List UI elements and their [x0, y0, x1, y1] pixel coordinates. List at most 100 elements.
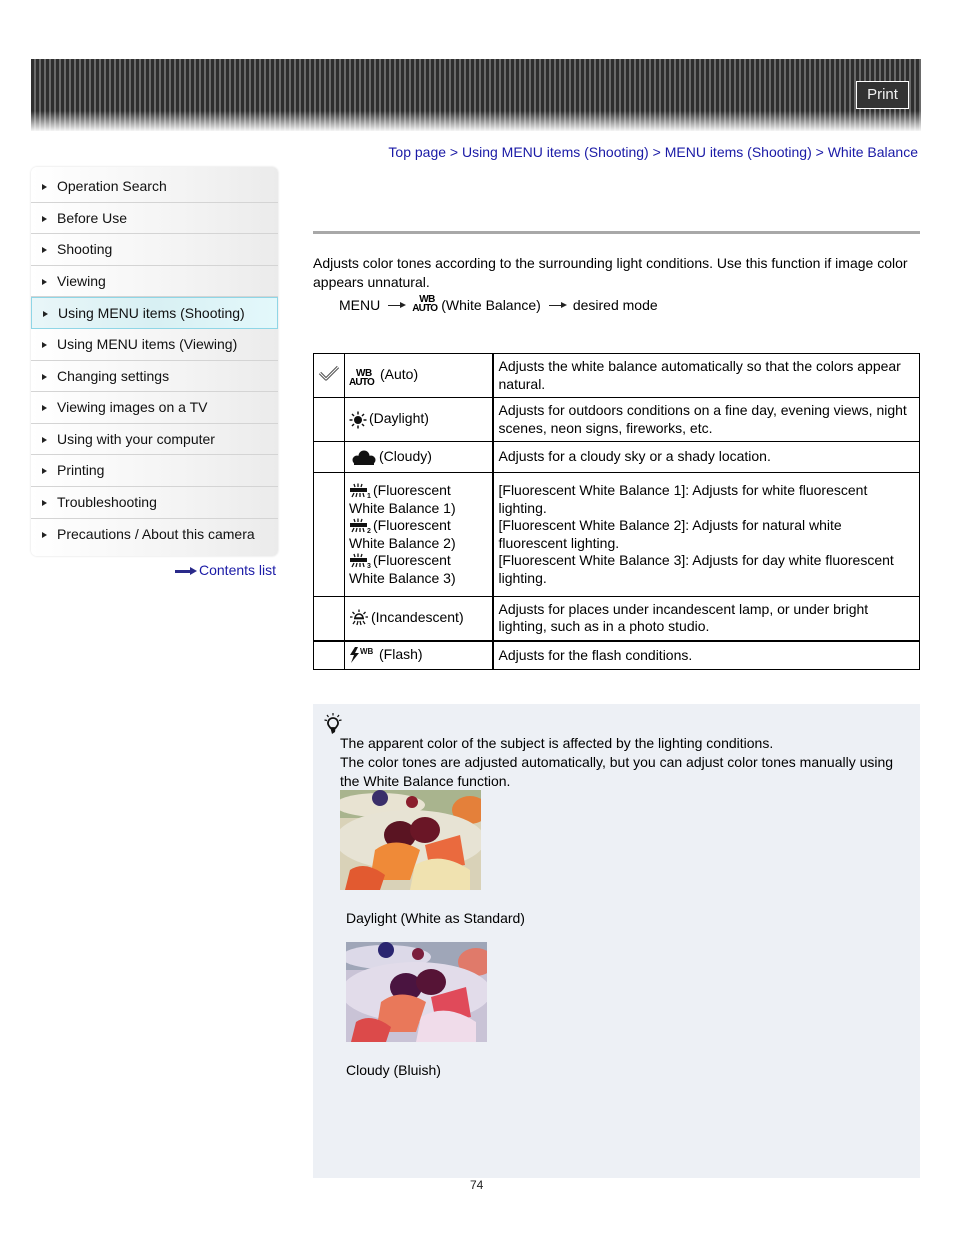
table-row-cloudy: (Cloudy) Adjusts for a cloudy sky or a s… [313, 441, 920, 473]
cloudy-sample-photo [346, 942, 487, 1042]
table-row-fluorescent: 1 (Fluorescent White Balance 1) 2 (Fluoresc… [313, 472, 920, 597]
description-cell: [Fluorescent White Balance 1]: Adjusts f… [492, 472, 920, 597]
sidebar-item-viewing[interactable]: Viewing [31, 266, 278, 298]
svg-text:3: 3 [367, 563, 371, 569]
breadcrumb-separator: > [648, 144, 665, 160]
sidebar-item-troubleshooting[interactable]: Troubleshooting [31, 487, 278, 519]
triangle-right-icon [42, 184, 47, 190]
svg-text:2: 2 [367, 528, 371, 534]
mode-cell: WB AUTO (Auto) [344, 353, 494, 398]
mode-cell: (Cloudy) [344, 441, 494, 473]
mode-cell: WB (Flash) [344, 640, 494, 670]
lightbulb-hint-icon [324, 713, 342, 734]
table-row-flash: WB (Flash) Adjusts for the flash conditio… [313, 640, 920, 670]
hint-text: The apparent color of the subject is aff… [340, 734, 910, 791]
triangle-right-icon [42, 436, 47, 443]
flash-wb-icon: WB [350, 647, 374, 664]
mode-cell: 1 (Fluorescent White Balance 1) 2 (Fluoresc… [344, 472, 494, 597]
breadcrumb-separator: > [811, 144, 828, 160]
intro-text: Adjusts color tones according to the sur… [313, 255, 908, 290]
sidebar-nav: Operation Search Before Use Shooting Vie… [31, 167, 278, 557]
wb-auto-icon: WB AUTO [349, 367, 375, 388]
sidebar-item-label: Shooting [57, 241, 113, 258]
wb-auto-icon: WB AUTO [412, 294, 438, 314]
menu-path: MENU WB AUTO (White Balance) desired mode [339, 294, 658, 314]
contents-list-label: Contents list [199, 562, 277, 578]
triangle-right-icon [42, 531, 47, 538]
table-row-incandescent: (Incandescent) Adjusts for places under … [313, 596, 920, 641]
sidebar-item-label: Viewing [57, 272, 106, 289]
sidebar-item-printing[interactable]: Printing [31, 455, 278, 487]
svg-text:1: 1 [367, 493, 371, 499]
sidebar-item-before-use[interactable]: Before Use [31, 203, 278, 235]
default-check-cell [313, 353, 345, 398]
breadcrumb-separator: > [446, 144, 462, 160]
sidebar-item-using-menu-items-shooting[interactable]: Using MENU items (Shooting) [31, 297, 278, 329]
mode-label: (Cloudy) [379, 448, 432, 465]
fluorescent-2-icon: 2 [350, 518, 371, 534]
sidebar-item-using-menu-items-viewing[interactable]: Using MENU items (Viewing) [31, 329, 278, 361]
sidebar-item-operation-search[interactable]: Operation Search [31, 171, 278, 203]
cloudy-caption: Cloudy (Bluish) [346, 1062, 441, 1078]
menu-target: desired mode [572, 297, 658, 313]
daylight-sample-photo [340, 790, 481, 890]
description-cell: Adjusts for outdoors conditions on a fin… [492, 397, 920, 442]
sidebar-item-using-with-computer[interactable]: Using with your computer [31, 424, 278, 456]
breadcrumb-white-balance[interactable]: White Balance [828, 144, 918, 160]
sidebar-item-label: Before Use [57, 209, 128, 226]
contents-list-link[interactable]: Contents list [175, 562, 276, 578]
breadcrumb-menu-items-shooting[interactable]: MENU items (Shooting) [665, 144, 812, 160]
table-row-daylight: (Daylight) Adjusts for outdoors conditio… [313, 397, 920, 442]
triangle-right-icon [42, 341, 47, 348]
page-number: 74 [470, 1178, 484, 1192]
menu-label: MENU [339, 297, 381, 313]
arrow-right-icon [548, 301, 567, 309]
fluorescent-3-mode: 3 (Fluorescent White Balance 3) [349, 552, 456, 586]
sidebar-item-label: Printing [57, 462, 105, 479]
sidebar-item-label: Viewing images on a TV [57, 399, 208, 416]
triangle-right-icon [42, 405, 47, 412]
triangle-right-icon [43, 311, 48, 318]
triangle-right-icon [42, 215, 47, 222]
sidebar-item-label: Changing settings [57, 367, 170, 384]
svg-text:WB: WB [360, 647, 374, 656]
fluorescent-1-mode: 1 (Fluorescent White Balance 1) [349, 482, 456, 516]
title-divider [313, 231, 920, 234]
breadcrumb-using-menu-items-shooting[interactable]: Using MENU items (Shooting) [462, 144, 649, 160]
mode-label: (Daylight) [369, 410, 429, 427]
sidebar-item-viewing-images-on-tv[interactable]: Viewing images on a TV [31, 392, 278, 424]
mode-cell: (Incandescent) [344, 596, 494, 641]
white-balance-table: WB AUTO (Auto) Adjusts the white balance a… [313, 353, 920, 670]
description-cell: Adjusts for a cloudy sky or a shady loca… [492, 441, 920, 473]
sidebar-item-shooting[interactable]: Shooting [31, 234, 278, 266]
incandescent-icon [350, 609, 368, 626]
mode-label: (Flash) [379, 646, 423, 663]
print-button[interactable]: Print [856, 81, 909, 109]
triangle-right-icon [42, 278, 47, 285]
sidebar-item-precautions[interactable]: Precautions / About this camera [31, 519, 278, 551]
triangle-right-icon [42, 468, 47, 475]
description-cell: Adjusts for the flash conditions. [492, 640, 920, 670]
fluorescent-3-icon: 3 [350, 553, 371, 569]
sidebar-item-label: Troubleshooting [57, 493, 157, 510]
sidebar-item-label: Precautions / About this camera [57, 525, 255, 542]
mode-cell: (Daylight) [344, 397, 494, 442]
triangle-right-icon [42, 247, 47, 254]
fluorescent-2-mode: 2 (Fluorescent White Balance 2) [349, 517, 456, 551]
mode-label: (Auto) [380, 366, 419, 383]
arrow-right-icon [388, 301, 407, 309]
sidebar-item-changing-settings[interactable]: Changing settings [31, 361, 278, 393]
breadcrumb-top-page[interactable]: Top page [388, 144, 446, 160]
sidebar-item-label: Operation Search [57, 178, 167, 194]
cloudy-icon [352, 450, 376, 465]
triangle-right-icon [42, 373, 47, 380]
hint-box: The apparent color of the subject is aff… [313, 704, 920, 1178]
daylight-caption: Daylight (White as Standard) [346, 910, 525, 926]
header-banner [31, 59, 921, 131]
description-cell: Adjusts the white balance automatically … [492, 353, 920, 398]
hint-line-2: The color tones are adjusted automatical… [340, 754, 894, 789]
sidebar-item-label: Using with your computer [57, 430, 215, 447]
sidebar-item-label: Using MENU items (Shooting) [58, 305, 245, 322]
daylight-icon [349, 411, 367, 429]
fluorescent-1-icon: 1 [350, 483, 371, 499]
